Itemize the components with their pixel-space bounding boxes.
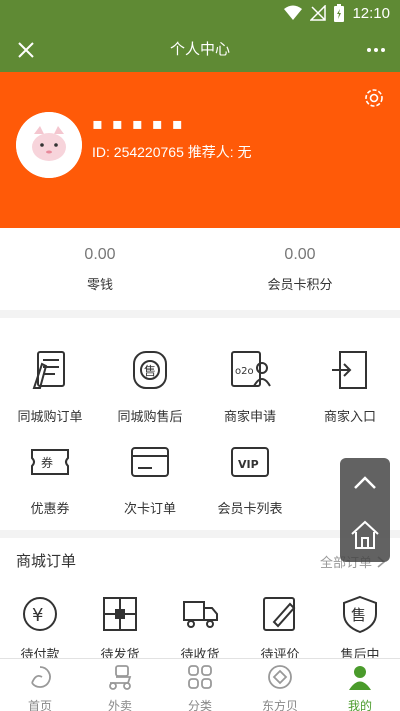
tab-takeout[interactable]: 外卖 bbox=[80, 663, 160, 711]
wallet-points-value: 0.00 bbox=[284, 246, 316, 263]
merchant-apply-icon: o2o bbox=[231, 351, 271, 387]
tab-label: 东方贝 bbox=[261, 699, 298, 711]
menu-item-local-orders[interactable]: 同城购订单 bbox=[0, 348, 100, 425]
category-icon bbox=[188, 665, 212, 689]
card-order-icon bbox=[131, 447, 169, 477]
home-icon[interactable] bbox=[340, 510, 390, 560]
menu-item-merchant-apply[interactable]: o2o 商家申请 bbox=[200, 348, 300, 425]
pending-receipt-icon bbox=[183, 601, 218, 628]
user-id-line: ID: 254220765 推荐人: 无 bbox=[92, 144, 252, 160]
wallet-change-value: 0.00 bbox=[84, 246, 116, 263]
wifi-icon bbox=[284, 5, 303, 20]
svg-text:券: 券 bbox=[41, 455, 53, 470]
svg-text:VIP: VIP bbox=[238, 458, 259, 471]
menu-item-merchant-entrance[interactable]: 商家入口 bbox=[300, 348, 400, 425]
bottom-tab-bar: 首页 外卖 分类 东方贝 我的 bbox=[0, 658, 400, 711]
battery-icon bbox=[334, 4, 345, 22]
floating-panel bbox=[340, 458, 390, 562]
tab-home[interactable]: 首页 bbox=[0, 663, 80, 711]
coupon-icon: 券 bbox=[31, 449, 69, 475]
pending-shipment-icon bbox=[103, 597, 137, 631]
menu-item-card-orders[interactable]: 次卡订单 bbox=[100, 440, 200, 517]
status-bar: 12:10 bbox=[0, 0, 400, 28]
title-bar: 个人中心 bbox=[0, 28, 400, 72]
status-time: 12:10 bbox=[352, 4, 390, 22]
wallet-summary: 0.00 零钱 0.00 会员卡积分 bbox=[0, 228, 400, 310]
username: ▪ ▪ ▪ ▪ ▪ bbox=[92, 114, 185, 133]
menu-label: 商家申请 bbox=[223, 410, 276, 425]
menu-label: 同城购订单 bbox=[17, 410, 83, 425]
menu-item-local-aftersale[interactable]: 售 同城购售后 bbox=[100, 348, 200, 425]
menu-item-vip-cards[interactable]: VIP 会员卡列表 bbox=[200, 440, 300, 517]
menu-label: 会员卡列表 bbox=[217, 502, 283, 517]
no-signal-icon bbox=[310, 5, 327, 21]
svg-text:¥: ¥ bbox=[32, 605, 43, 626]
avatar[interactable] bbox=[16, 112, 82, 178]
pending-payment-icon: ¥ bbox=[23, 597, 57, 631]
back-to-top-icon[interactable] bbox=[340, 458, 390, 508]
tab-label: 我的 bbox=[347, 699, 372, 711]
menu-label: 优惠券 bbox=[30, 502, 70, 517]
tab-mine[interactable]: 我的 bbox=[320, 663, 400, 711]
profile-icon bbox=[349, 666, 371, 690]
merchant-entrance-icon bbox=[332, 351, 367, 389]
tab-category[interactable]: 分类 bbox=[160, 663, 240, 711]
menu-label: 次卡订单 bbox=[123, 502, 176, 517]
order-pending-payment[interactable]: ¥ 待付款 bbox=[0, 594, 80, 663]
order-after-sale[interactable]: 售 售后中 bbox=[320, 594, 400, 663]
wallet-points-label: 会员卡积分 bbox=[267, 278, 333, 293]
coin-icon bbox=[268, 665, 292, 689]
tab-dongfangbei[interactable]: 东方贝 bbox=[240, 663, 320, 711]
home-icon bbox=[31, 666, 51, 688]
order-pending-review[interactable]: 待评价 bbox=[240, 594, 320, 663]
tab-label: 首页 bbox=[27, 699, 52, 711]
svg-text:o2o: o2o bbox=[235, 366, 254, 377]
pending-review-icon bbox=[263, 597, 296, 631]
order-pending-receipt[interactable]: 待收货 bbox=[160, 594, 240, 663]
profile-card: ▪ ▪ ▪ ▪ ▪ ID: 254220765 推荐人: 无 bbox=[0, 72, 400, 228]
svg-text:售: 售 bbox=[351, 606, 366, 624]
more-icon[interactable] bbox=[364, 38, 388, 62]
menu-label: 同城购售后 bbox=[117, 410, 183, 425]
settings-icon[interactable] bbox=[362, 86, 386, 110]
page-title: 个人中心 bbox=[169, 40, 230, 58]
after-sale-icon: 售 bbox=[133, 351, 167, 389]
avatar-image bbox=[16, 112, 82, 178]
wallet-points[interactable]: 0.00 会员卡积分 bbox=[200, 246, 400, 293]
tab-label: 外卖 bbox=[107, 699, 132, 711]
menu-label: 商家入口 bbox=[323, 410, 376, 425]
vip-card-icon: VIP bbox=[231, 447, 269, 477]
svg-text:售: 售 bbox=[144, 363, 156, 378]
after-sale-icon: 售 bbox=[343, 595, 377, 634]
menu-item-coupon[interactable]: 券 优惠券 bbox=[0, 440, 100, 517]
takeout-icon bbox=[109, 665, 132, 690]
wallet-change-label: 零钱 bbox=[86, 278, 113, 293]
wallet-change[interactable]: 0.00 零钱 bbox=[0, 246, 200, 293]
order-list-icon bbox=[32, 351, 65, 389]
tab-label: 分类 bbox=[187, 699, 212, 711]
orders-title: 商城订单 bbox=[16, 552, 77, 570]
status-icons: 12:10 bbox=[284, 4, 390, 22]
order-pending-shipment[interactable]: 待发货 bbox=[80, 594, 160, 663]
